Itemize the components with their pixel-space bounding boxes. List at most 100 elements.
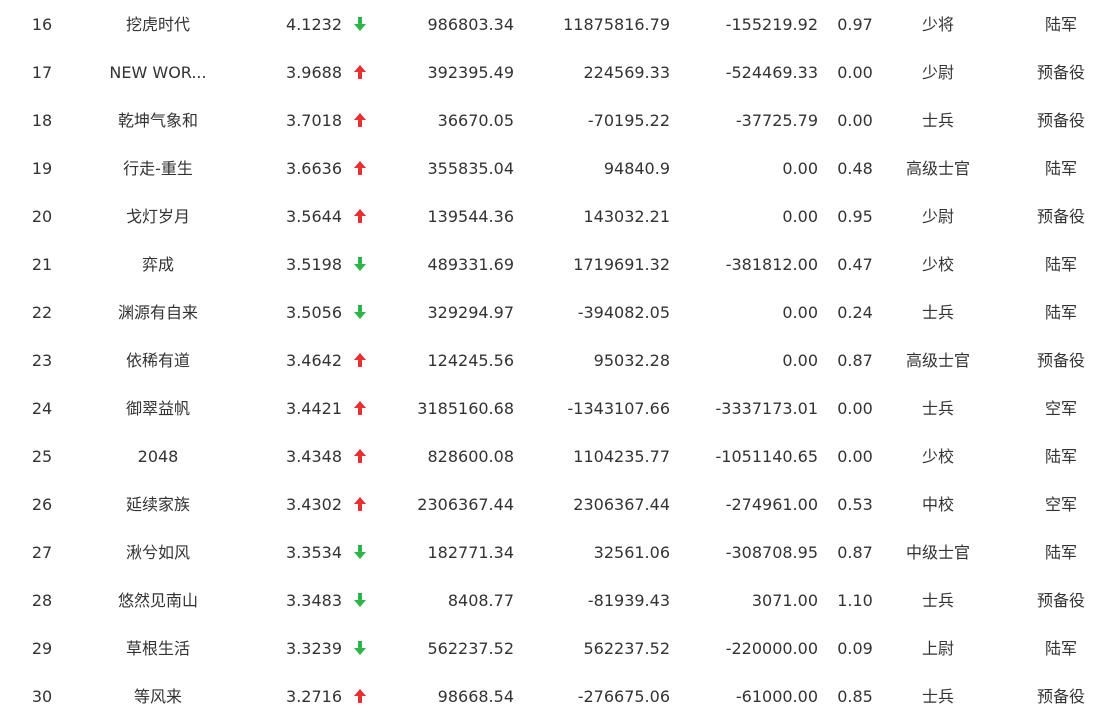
name-cell[interactable]: NEW WOR... (92, 49, 224, 97)
trend-cell (350, 385, 370, 433)
ratio-cell: 0.87 (837, 543, 873, 562)
name-cell[interactable]: 湫兮如风 (92, 529, 224, 577)
up-arrow-icon (354, 688, 366, 703)
ratio-cell: 0.09 (837, 639, 873, 658)
table-row[interactable]: 22 渊源有自来 3.5056 329294.97 -394082.05 0.0… (0, 289, 1103, 337)
military-rank-cell: 士兵 (921, 303, 954, 322)
branch-cell: 陆军 (1044, 639, 1077, 658)
branch-cell: 预备役 (1036, 351, 1085, 370)
rank-cell: 17 (31, 63, 53, 82)
table-row[interactable]: 26 延续家族 3.4302 2306367.44 2306367.44 -27… (0, 481, 1103, 529)
ratio-cell: 0.97 (837, 15, 873, 34)
table-row[interactable]: 29 草根生活 3.3239 562237.52 562237.52 -2200… (0, 625, 1103, 673)
value3-cell: 0.00 (782, 159, 818, 178)
name-cell[interactable]: 延续家族 (92, 481, 224, 529)
ratio-cell: 0.87 (837, 351, 873, 370)
name-cell[interactable]: 戈灯岁月 (92, 193, 224, 241)
value2-cell: 94840.9 (603, 159, 670, 178)
up-arrow-icon (354, 112, 366, 127)
name-cell[interactable]: 御翠益帆 (92, 385, 224, 433)
rank-cell: 20 (31, 207, 53, 226)
trend-cell (350, 529, 370, 577)
ranking-table: 16 挖虎时代 4.1232 986803.34 11875816.79 -15… (0, 1, 1103, 717)
table-body: 16 挖虎时代 4.1232 986803.34 11875816.79 -15… (0, 1, 1103, 721)
rank-cell: 24 (31, 399, 53, 418)
table-row[interactable]: 25 2048 3.4348 828600.08 1104235.77 -105… (0, 433, 1103, 481)
branch-cell: 预备役 (1036, 687, 1085, 706)
table-row[interactable]: 27 湫兮如风 3.3534 182771.34 32561.06 -30870… (0, 529, 1103, 577)
value2-cell: 143032.21 (583, 207, 670, 226)
value2-cell: 95032.28 (593, 351, 670, 370)
up-arrow-icon (354, 160, 366, 175)
branch-cell: 陆军 (1044, 543, 1077, 562)
score-cell: 3.5644 (286, 207, 342, 226)
value2-cell: -1343107.66 (567, 399, 670, 418)
trend-cell (350, 673, 370, 721)
up-arrow-icon (354, 208, 366, 223)
trend-cell (350, 337, 370, 385)
trend-cell (350, 433, 370, 481)
table-row[interactable]: 16 挖虎时代 4.1232 986803.34 11875816.79 -15… (0, 1, 1103, 49)
rank-cell: 19 (31, 159, 53, 178)
table-row[interactable]: 18 乾坤气象和 3.7018 36670.05 -70195.22 -3772… (0, 97, 1103, 145)
table-row[interactable]: 24 御翠益帆 3.4421 3185160.68 -1343107.66 -3… (0, 385, 1103, 433)
value3-cell: 0.00 (782, 207, 818, 226)
name-cell[interactable]: 草根生活 (92, 625, 224, 673)
military-rank-cell: 少尉 (921, 63, 954, 82)
value1-cell: 355835.04 (427, 159, 514, 178)
military-rank-cell: 少尉 (921, 207, 954, 226)
score-cell: 3.4421 (286, 399, 342, 418)
score-cell: 3.4302 (286, 495, 342, 514)
name-cell[interactable]: 等风来 (92, 673, 224, 721)
down-arrow-icon (354, 592, 366, 607)
value1-cell: 139544.36 (427, 207, 514, 226)
ratio-cell: 0.95 (837, 207, 873, 226)
value2-cell: 2306367.44 (573, 495, 670, 514)
name-cell[interactable]: 行走-重生 (92, 145, 224, 193)
score-cell: 3.5198 (286, 255, 342, 274)
rank-cell: 27 (31, 543, 53, 562)
table-row[interactable]: 28 悠然见南山 3.3483 8408.77 -81939.43 3071.0… (0, 577, 1103, 625)
rank-cell: 22 (31, 303, 53, 322)
name-cell[interactable]: 乾坤气象和 (92, 97, 224, 145)
ratio-cell: 0.48 (837, 159, 873, 178)
table-row[interactable]: 17 NEW WOR... 3.9688 392395.49 224569.33… (0, 49, 1103, 97)
value2-cell: 562237.52 (583, 639, 670, 658)
table-row[interactable]: 30 等风来 3.2716 98668.54 -276675.06 -61000… (0, 673, 1103, 721)
name-cell[interactable]: 依稀有道 (92, 337, 224, 385)
down-arrow-icon (354, 304, 366, 319)
table-row[interactable]: 21 弈成 3.5198 489331.69 1719691.32 -38181… (0, 241, 1103, 289)
score-cell: 3.5056 (286, 303, 342, 322)
military-rank-cell: 上尉 (921, 639, 954, 658)
trend-cell (350, 1, 370, 49)
branch-cell: 预备役 (1036, 207, 1085, 226)
value3-cell: -155219.92 (725, 15, 818, 34)
value3-cell: -381812.00 (725, 255, 818, 274)
score-cell: 3.4642 (286, 351, 342, 370)
value3-cell: 0.00 (782, 303, 818, 322)
value3-cell: 3071.00 (751, 591, 818, 610)
value1-cell: 489331.69 (427, 255, 514, 274)
rank-cell: 21 (31, 255, 53, 274)
trend-cell (350, 145, 370, 193)
ratio-cell: 0.00 (837, 399, 873, 418)
military-rank-cell: 中级士官 (905, 543, 970, 562)
ratio-cell: 0.85 (837, 687, 873, 706)
table-row[interactable]: 20 戈灯岁月 3.5644 139544.36 143032.21 0.00 … (0, 193, 1103, 241)
trend-cell (350, 481, 370, 529)
military-rank-cell: 士兵 (921, 591, 954, 610)
name-cell[interactable]: 悠然见南山 (92, 577, 224, 625)
name-cell[interactable]: 挖虎时代 (92, 1, 224, 49)
ratio-cell: 1.10 (837, 591, 873, 610)
up-arrow-icon (354, 496, 366, 511)
branch-cell: 陆军 (1044, 15, 1077, 34)
name-cell[interactable]: 2048 (92, 433, 224, 481)
name-cell[interactable]: 渊源有自来 (92, 289, 224, 337)
branch-cell: 陆军 (1044, 255, 1077, 274)
trend-cell (350, 49, 370, 97)
table-row[interactable]: 23 依稀有道 3.4642 124245.56 95032.28 0.00 0… (0, 337, 1103, 385)
branch-cell: 预备役 (1036, 63, 1085, 82)
name-cell[interactable]: 弈成 (92, 241, 224, 289)
value1-cell: 3185160.68 (417, 399, 514, 418)
table-row[interactable]: 19 行走-重生 3.6636 355835.04 94840.9 0.00 0… (0, 145, 1103, 193)
